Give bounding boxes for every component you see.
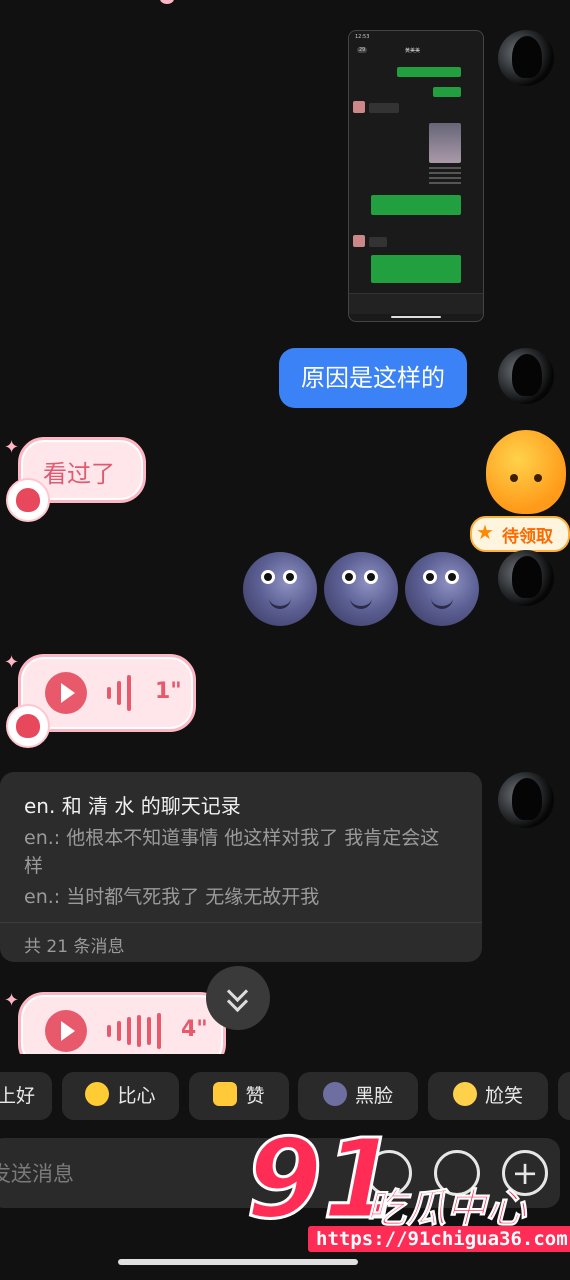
quick-reply-label: 尬笑 (484, 1085, 523, 1107)
divider (0, 922, 482, 923)
star-icon: ★ (476, 520, 494, 544)
voice-duration: 4" (181, 1017, 208, 1042)
waveform-icon (127, 675, 131, 711)
preview-avatar (353, 235, 365, 247)
chat-record-count: 共 21 条消息 (24, 937, 125, 957)
quick-reply-chip[interactable]: 上好 (0, 1072, 52, 1120)
home-indicator (118, 1259, 358, 1265)
sticker-text: 看过了 (43, 460, 115, 488)
preview-title: 黄美美 (405, 48, 421, 54)
preview-photo (429, 123, 461, 163)
waveform-icon (117, 1021, 121, 1041)
play-icon[interactable] (45, 672, 87, 714)
waveform-icon (147, 1017, 151, 1045)
hand-heart-emoji-icon (85, 1082, 110, 1106)
preview-bubble-grey (369, 103, 399, 113)
quick-reply-label: 上好 (0, 1085, 35, 1107)
strawberry-icon (6, 704, 50, 748)
thumbs-up-emoji-icon (213, 1082, 238, 1106)
quick-reply-chip[interactable]: 比心 (62, 1072, 179, 1120)
reward-badge[interactable]: ★ 待领取 (470, 516, 570, 552)
message-input-placeholder: 发送消息 (0, 1162, 74, 1186)
quick-reply-label: 比心 (117, 1085, 156, 1107)
preview-status-time: 12:53 (355, 34, 370, 40)
strawberry-icon (6, 478, 50, 522)
avatar[interactable] (498, 550, 554, 606)
grin-sweat-emoji-icon (452, 1082, 477, 1106)
reward-mascot-icon[interactable] (486, 430, 566, 514)
waveform-icon (117, 681, 121, 705)
new-moon-face-emoji[interactable] (324, 552, 398, 626)
preview-home-indicator (391, 316, 441, 318)
voice-duration: 1" (155, 679, 182, 704)
sparkle-icon (160, 0, 174, 4)
waveform-icon (107, 687, 111, 699)
quick-reply-chip[interactable]: 尬笑 (428, 1072, 548, 1120)
preview-bubble (371, 255, 461, 283)
chat-record-line: en.: 当时都气死我了 无缘无故开我 (24, 886, 320, 908)
quick-reply-label: 赞 (245, 1085, 265, 1107)
quick-reply-label: 黑脸 (354, 1085, 393, 1107)
sparkle-icon: ✦ (4, 652, 20, 673)
watermark-url: https://91chigua36.com (308, 1226, 570, 1252)
message-bubble-text[interactable]: 原因是这样的 (279, 348, 467, 408)
sparkle-icon: ✦ (4, 437, 20, 458)
new-moon-face-emoji[interactable] (405, 552, 479, 626)
preview-avatar (353, 101, 365, 113)
preview-text-lines (429, 167, 461, 187)
waveform-icon (157, 1013, 161, 1049)
chat-record-title: en. 和 清 水 的聊天记录 (24, 794, 241, 818)
quick-reply-chip[interactable] (558, 1072, 570, 1120)
preview-bubble (397, 67, 461, 77)
play-icon[interactable] (45, 1010, 87, 1052)
waveform-icon (137, 1015, 141, 1047)
new-moon-face-emoji[interactable] (243, 552, 317, 626)
avatar[interactable] (498, 772, 554, 828)
avatar[interactable] (498, 30, 554, 86)
avatar[interactable] (498, 348, 554, 404)
scroll-to-bottom-button[interactable] (206, 966, 270, 1030)
reward-label: 待领取 (502, 527, 553, 547)
new-moon-face-emoji-icon (322, 1082, 347, 1106)
preview-bubble (433, 87, 461, 97)
watermark-logo: 91 吃瓜中心 https://91chigua36.com (244, 1123, 570, 1265)
waveform-icon (107, 1025, 111, 1037)
waveform-icon (127, 1017, 131, 1045)
chat-record-card[interactable]: en. 和 清 水 的聊天记录 en.: 他根本不知道事情 他这样对我了 我肯定… (0, 772, 482, 962)
preview-bubble-grey (369, 237, 387, 247)
preview-bubble (371, 195, 461, 215)
voice-message-bubble[interactable]: 4" (18, 992, 226, 1054)
preview-back-badge: 29 (357, 47, 368, 53)
chat-record-line: en.: 他根本不知道事情 他这样对我了 我肯定会这样 (24, 827, 440, 877)
quick-reply-chip[interactable]: 黑脸 (298, 1072, 418, 1120)
quick-reply-chip[interactable]: 赞 (189, 1072, 289, 1120)
screenshot-image-message[interactable]: 12:53 29 黄美美 (348, 30, 484, 322)
preview-input-bar (349, 293, 483, 314)
